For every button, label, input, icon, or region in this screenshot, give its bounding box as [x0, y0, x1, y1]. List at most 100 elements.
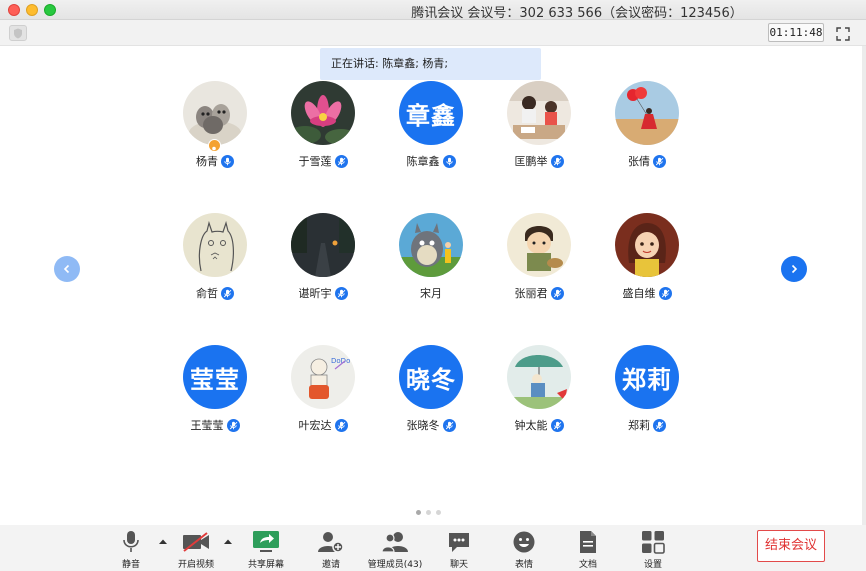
microphone-icon — [123, 531, 139, 552]
participant-name-row: 钟太能 — [489, 417, 589, 433]
documents-button[interactable]: 文档 — [558, 527, 618, 570]
participant-name-row: 俞哲 — [165, 285, 265, 301]
emoji-label: 表情 — [514, 560, 533, 570]
participant-tile[interactable]: 盛自维 — [597, 213, 697, 313]
participant-tile[interactable]: 莹莹 王莹莹 — [165, 345, 265, 445]
title-bar: 腾讯会议 会议号：302 633 566（会议密码：123456） — [0, 0, 866, 21]
participant-tile[interactable]: 于雪莲 — [273, 81, 373, 181]
participant-name: 杨青 — [196, 155, 218, 168]
participant-name-row: 郑莉 — [597, 417, 697, 433]
meeting-info-bar: 01:11:48 — [0, 20, 866, 46]
participant-avatar — [291, 213, 355, 277]
participant-name: 宋月 — [420, 287, 442, 300]
participant-name: 郑莉 — [628, 419, 650, 432]
participant-tile[interactable]: 匡鹏举 — [489, 81, 589, 181]
participant-name: 叶宏达 — [298, 419, 332, 432]
page-dot-3[interactable] — [436, 510, 441, 515]
participant-name: 于雪莲 — [298, 155, 332, 168]
participant-tile[interactable]: 俞哲 — [165, 213, 265, 313]
participant-avatar — [507, 345, 571, 409]
participant-avatar-text: 章鑫 — [399, 81, 463, 145]
participant-avatar — [507, 213, 571, 277]
mic-icon — [334, 154, 348, 168]
documents-label: 文档 — [578, 560, 597, 570]
participant-name-row: 张丽君 — [489, 285, 589, 301]
participant-name-row: 盛自维 — [597, 285, 697, 301]
participant-name: 陈章鑫 — [406, 155, 440, 168]
mic-icon — [658, 286, 672, 300]
chevron-left-icon — [63, 264, 70, 274]
participant-avatar — [615, 81, 679, 145]
mic-icon — [653, 154, 666, 168]
participant-avatar: DoDo — [291, 345, 355, 409]
emoji-icon — [513, 531, 535, 553]
host-badge-icon — [208, 139, 221, 154]
manage-members-label: 管理成员(43) — [367, 560, 423, 570]
participant-tile[interactable]: DoDo 叶宏达 — [273, 345, 373, 445]
participant-tile[interactable]: 张丽君 — [489, 213, 589, 313]
start-video-label: 开启视频 — [177, 560, 214, 570]
emoji-button[interactable]: 表情 — [494, 527, 554, 570]
window-title: 腾讯会议 会议号：302 633 566（会议密码：123456） — [411, 6, 743, 21]
participant-tile[interactable]: 钟太能 — [489, 345, 589, 445]
page-dot-2[interactable] — [426, 510, 431, 515]
chat-button[interactable]: 聊天 — [429, 527, 489, 570]
participant-tile[interactable]: 宋月 — [381, 213, 481, 313]
mic-icon — [334, 286, 348, 300]
security-shield-icon[interactable] — [9, 25, 27, 41]
page-indicator — [416, 510, 441, 515]
end-meeting-button[interactable]: 结束会议 — [757, 530, 825, 562]
chat-label: 聊天 — [449, 560, 468, 570]
page-dot-1[interactable] — [416, 510, 421, 515]
participant-name-row: 叶宏达 — [273, 417, 373, 433]
mute-label: 静音 — [121, 560, 140, 570]
next-page-button[interactable] — [781, 256, 807, 282]
participant-name-row: 宋月 — [381, 285, 481, 301]
participant-tile[interactable]: 杨青 — [165, 81, 265, 181]
participant-name: 谌昕宇 — [298, 287, 332, 300]
video-options-caret-icon[interactable] — [223, 537, 233, 547]
document-icon — [580, 531, 596, 553]
mute-button[interactable]: 静音 — [101, 527, 161, 570]
participant-avatar — [507, 81, 571, 145]
participant-tile[interactable]: 张倩 — [597, 81, 697, 181]
mic-icon — [221, 286, 234, 300]
share-screen-button[interactable]: 共享屏幕 — [236, 527, 296, 570]
mic-icon — [442, 418, 456, 432]
participant-tile[interactable]: 郑莉 郑莉 — [597, 345, 697, 445]
mic-active-icon — [442, 154, 456, 168]
manage-members-button[interactable]: 管理成员(43) — [365, 527, 425, 570]
scrollbar[interactable] — [862, 46, 866, 525]
chevron-right-icon — [791, 264, 798, 274]
start-video-button[interactable]: 开启视频 — [166, 527, 226, 570]
participant-name: 张倩 — [628, 155, 650, 168]
participant-name: 张丽君 — [514, 287, 548, 300]
participant-avatar-text: 晓冬 — [399, 345, 463, 409]
add-user-icon — [318, 532, 344, 553]
participant-name: 盛自维 — [622, 287, 656, 300]
settings-button[interactable]: 设置 — [623, 527, 683, 570]
invite-button[interactable]: 邀请 — [301, 527, 361, 570]
participant-avatar-text: 莹莹 — [183, 345, 247, 409]
participant-name-row: 于雪莲 — [273, 153, 373, 169]
settings-grid-icon — [642, 531, 665, 554]
participant-tile[interactable]: 章鑫 陈章鑫 — [381, 81, 481, 181]
members-icon — [382, 532, 408, 553]
participant-name-row: 杨青 — [165, 153, 265, 169]
chat-icon — [449, 533, 469, 552]
participant-name-row: 王莹莹 — [165, 417, 265, 433]
participant-avatar — [291, 81, 355, 145]
mic-icon — [550, 154, 564, 168]
participant-name-row: 谌昕宇 — [273, 285, 373, 301]
mic-icon — [226, 418, 240, 432]
participant-name: 钟太能 — [514, 419, 548, 432]
participant-name: 王莹莹 — [190, 419, 224, 432]
participant-tile[interactable]: 晓冬 张晓冬 — [381, 345, 481, 445]
mic-icon — [550, 418, 564, 432]
fullscreen-icon[interactable] — [836, 26, 850, 41]
participant-name: 匡鹏举 — [514, 155, 548, 168]
mic-icon — [334, 418, 348, 432]
meeting-toolbar: 静音 开启视频 共享屏幕 邀请 管理成员(43) 聊天 表情 文档 设置 结束会… — [0, 525, 866, 571]
participant-tile[interactable]: 谌昕宇 — [273, 213, 373, 313]
previous-page-button[interactable] — [54, 256, 80, 282]
